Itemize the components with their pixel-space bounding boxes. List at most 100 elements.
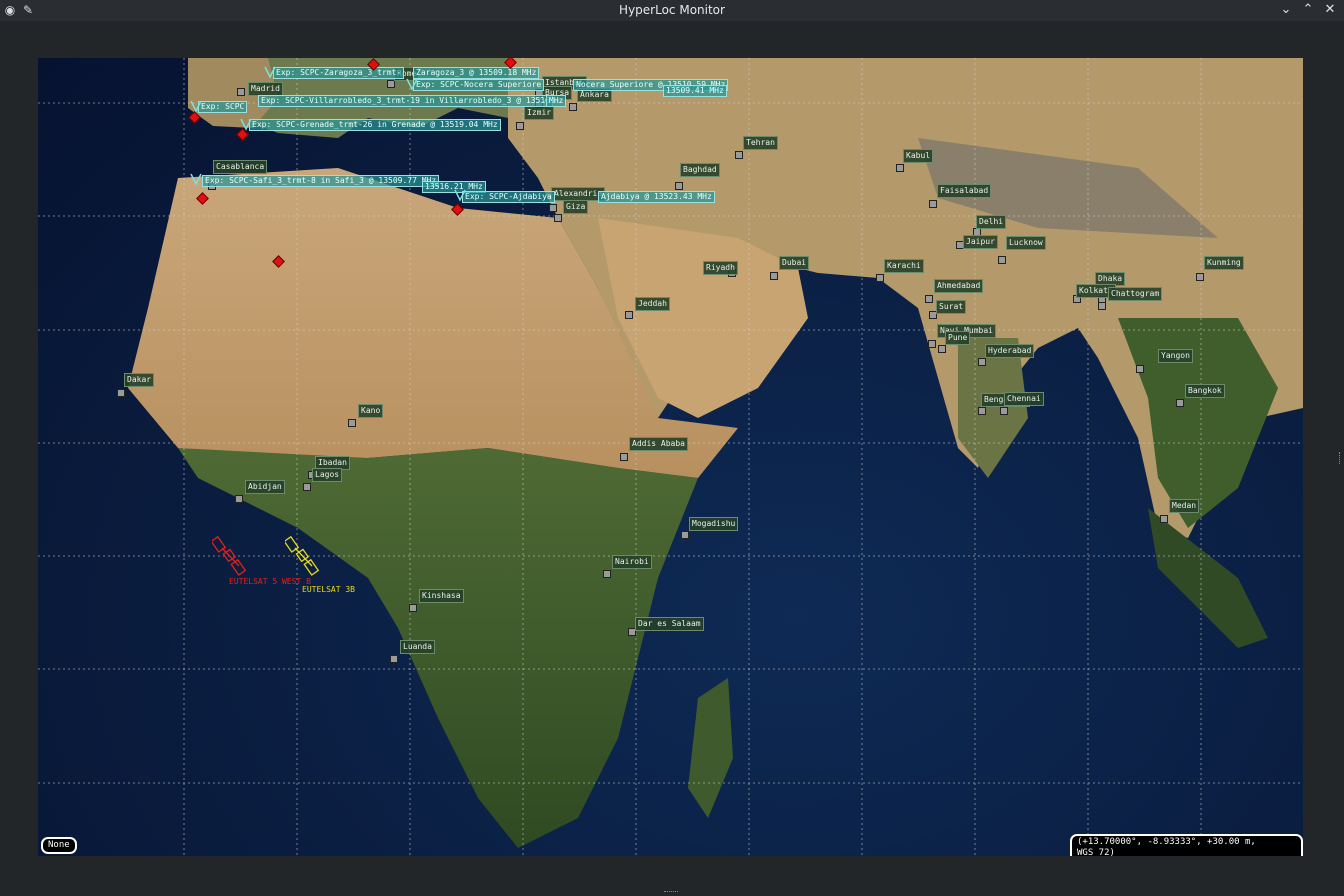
city-dot[interactable] [348,419,356,427]
city-label: Addis Ababa [629,437,688,451]
city-dot[interactable] [929,200,937,208]
window-titlebar: ◉ ✎ HyperLoc Monitor ⌄ ⌃ ✕ [0,0,1344,21]
sumatra [1148,508,1268,648]
exploitation-label[interactable]: Exp: SCPC-Nocera Superiore [413,79,545,91]
city-label: Kunming [1204,256,1244,270]
exploitation-icon[interactable] [406,78,418,92]
city-dot[interactable] [770,272,778,280]
exploitation-label[interactable]: 13509.41 MHz [663,85,727,97]
city-dot[interactable] [681,531,689,539]
city-label: Karachi [884,259,924,273]
exploitation-label[interactable]: Exp: SCPC-Ajdabiya [462,191,555,203]
city-dot[interactable] [1136,365,1144,373]
city-dot[interactable] [516,122,524,130]
city-label: Hyderabad [985,344,1035,358]
city-label: Abidjan [245,480,285,494]
city-label: Delhi [976,215,1007,229]
coordinate-readout: (+13.70000°, -8.93333°, +30.00 m, WGS_72… [1070,834,1303,856]
resize-handle[interactable] [1339,452,1342,464]
exploitation-label[interactable]: MHz [546,95,567,107]
city-dot[interactable] [1176,399,1184,407]
city-dot[interactable] [549,204,557,212]
city-dot[interactable] [625,311,633,319]
city-dot[interactable] [978,358,986,366]
window-title: HyperLoc Monitor [619,3,725,17]
city-dot[interactable] [235,495,243,503]
close-icon[interactable]: ✕ [1322,2,1338,18]
city-dot[interactable] [1098,302,1106,310]
exploitation-label[interactable]: Exp: SCPC-Safi_3_trmt-8 in Safi_3 @ 1350… [202,175,440,187]
city-label: Yangon [1158,349,1193,363]
exploitation-label[interactable]: Exp: SCPC [198,101,248,113]
city-label: Riyadh [703,261,738,275]
city-dot[interactable] [675,182,683,190]
city-label: Pune [945,331,971,345]
city-label: Bangkok [1185,384,1225,398]
city-dot[interactable] [390,655,398,663]
city-dot[interactable] [896,164,904,172]
exploitation-label[interactable]: Exp: SCPC-Zaragoza_3_trmt- [273,67,405,79]
city-label: Faisalabad [937,184,992,198]
city-dot[interactable] [925,295,933,303]
city-dot[interactable] [303,483,311,491]
city-dot[interactable] [620,453,628,461]
city-label: Jaipur [963,235,998,249]
city-dot[interactable] [117,389,125,397]
city-label: Kinshasa [419,589,464,603]
city-dot[interactable] [554,214,562,222]
city-dot[interactable] [569,103,577,111]
exploitation-label[interactable]: Exp: SCPC-Villarrobledo_3_trmt-19 in Vil… [258,95,553,107]
city-label: Kano [358,404,384,418]
city-dot[interactable] [1196,273,1204,281]
city-dot[interactable] [387,80,395,88]
city-label: Lagos [312,468,343,482]
city-dot[interactable] [735,151,743,159]
city-label: Kabul [903,149,934,163]
city-label: Baghdad [680,163,720,177]
exploitation-icon[interactable] [264,66,276,80]
city-dot[interactable] [876,274,884,282]
madagascar [688,678,733,818]
chevron-up-icon[interactable]: ⌃ [1300,2,1316,18]
exploitation-label[interactable]: Zaragoza_3 @ 13509.18 MHz [413,67,540,79]
exploitation-icon[interactable] [454,189,466,203]
exploitation-label[interactable]: Exp: SCPC-Grenade_trmt-26 in Grenade @ 1… [249,119,501,131]
city-dot[interactable] [409,604,417,612]
chevron-down-icon[interactable]: ⌄ [1278,2,1294,18]
city-label: Giza [563,200,589,214]
city-label: Surat [936,300,967,314]
city-label: Izmir [524,106,555,120]
city-dot[interactable] [998,256,1006,264]
africa-south [178,448,698,848]
city-label: Dakar [124,373,155,387]
city-dot[interactable] [928,340,936,348]
satellite-label: EUTELSAT 3B [302,585,355,594]
city-label: Nairobi [612,555,652,569]
selection-indicator: None [41,837,77,854]
exploitation-label[interactable]: Ajdabiya @ 13523.43 MHz [598,191,715,203]
city-dot[interactable] [237,88,245,96]
city-dot[interactable] [1000,407,1008,415]
city-dot[interactable] [938,345,946,353]
city-dot[interactable] [978,407,986,415]
city-dot[interactable] [603,570,611,578]
city-label: Madrid [248,82,283,96]
resize-handle[interactable] [664,891,678,894]
satellite-icon[interactable] [285,536,321,576]
city-label: Chattogram [1108,287,1163,301]
city-label: Mogadishu [689,517,739,531]
city-label: Jeddah [635,297,670,311]
city-label: Ahmedabad [934,279,984,293]
city-label: Dar es Salaam [635,617,704,631]
city-label: Tehran [743,136,778,150]
city-label: Medan [1169,499,1200,513]
satellite-label: EUTELSAT 5 WEST B [229,577,311,586]
map-view[interactable]: Madrid Rome Istanbul Bursa Ankara Izmir Tehran… [38,58,1303,856]
city-label: Casablanca [213,160,268,174]
city-label: Dubai [779,256,810,270]
city-label: Lucknow [1006,236,1046,250]
city-dot[interactable] [1160,515,1168,523]
satellite-icon[interactable] [212,536,248,576]
exploitation-icon[interactable] [190,173,202,187]
city-label: Luanda [400,640,435,654]
